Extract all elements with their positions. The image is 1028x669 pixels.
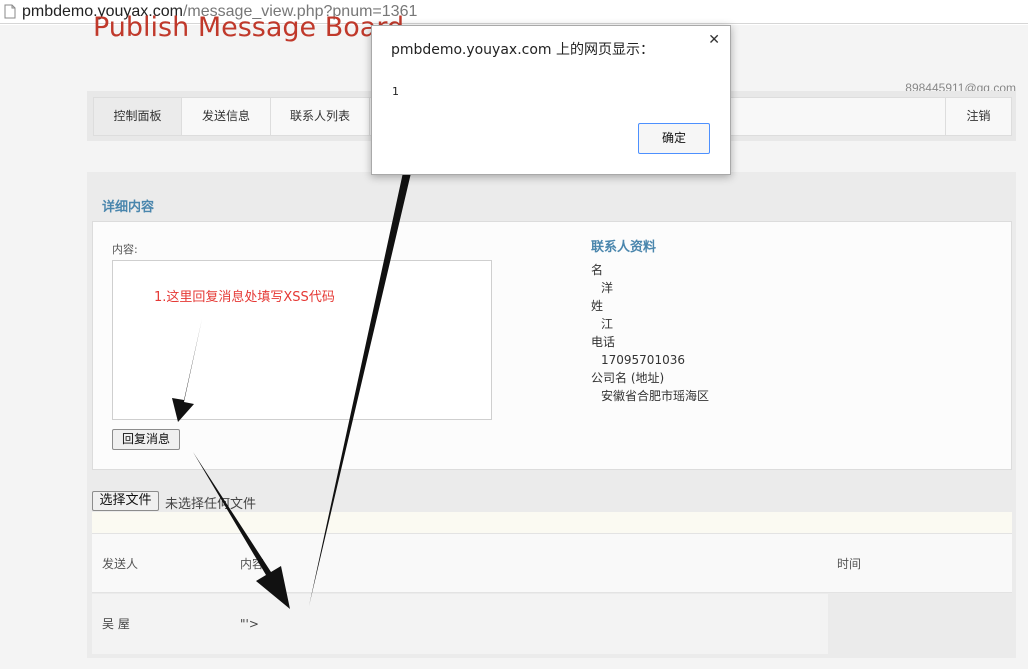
page-icon [4, 4, 16, 19]
column-time: 时间 [837, 557, 862, 571]
contact-phone-value: 17095701036 [601, 353, 685, 367]
nav-item-contacts[interactable]: 联系人列表 [271, 98, 370, 135]
reply-button[interactable]: 回复消息 [112, 429, 180, 450]
site-brand: Publish Message Board [93, 12, 405, 43]
column-sender: 发送人 [102, 557, 139, 571]
nav-item-logout[interactable]: 注销 [945, 98, 1011, 135]
alert-title: pmbdemo.youyax.com 上的网页显示： [391, 42, 654, 58]
nav-item-send-message[interactable]: 发送信息 [182, 98, 271, 135]
column-content: 内容 [240, 557, 265, 571]
alert-dialog: pmbdemo.youyax.com 上的网页显示： ✕ 1 确定 [371, 25, 731, 175]
contact-last-name-label: 姓 [591, 299, 604, 313]
alert-message: 1 [392, 85, 399, 98]
message-table-spacer [92, 512, 1012, 533]
contact-first-name-value: 洋 [601, 281, 614, 295]
table-row: 吴 屋 "'> [92, 594, 828, 654]
detail-title: 详细内容 [102, 200, 155, 215]
row-sender: 吴 屋 [102, 617, 130, 631]
row-content: "'> [240, 617, 259, 631]
reply-textarea[interactable] [112, 260, 492, 420]
annotation-text: 1.这里回复消息处填写XSS代码 [154, 290, 335, 305]
contact-company-label: 公司名 (地址) [591, 371, 665, 385]
contact-title: 联系人资料 [591, 240, 657, 255]
close-icon[interactable]: ✕ [708, 32, 720, 48]
choose-file-button[interactable]: 选择文件 [92, 491, 159, 511]
contact-phone-label: 电话 [591, 335, 616, 349]
alert-ok-button[interactable]: 确定 [638, 123, 710, 154]
file-status: 未选择任何文件 [165, 497, 257, 512]
contact-last-name-value: 江 [601, 317, 614, 331]
content-label: 内容: [112, 243, 138, 256]
contact-company-value: 安徽省合肥市瑶海区 [601, 389, 710, 403]
contact-first-name-label: 名 [591, 263, 604, 277]
nav-item-dashboard[interactable]: 控制面板 [94, 98, 182, 135]
contact-details: 名 洋 姓 江 电话 17095701036 公司名 (地址) 安徽省合肥市瑶海… [591, 261, 709, 405]
message-table-header: 发送人 内容 时间 [92, 533, 1012, 593]
